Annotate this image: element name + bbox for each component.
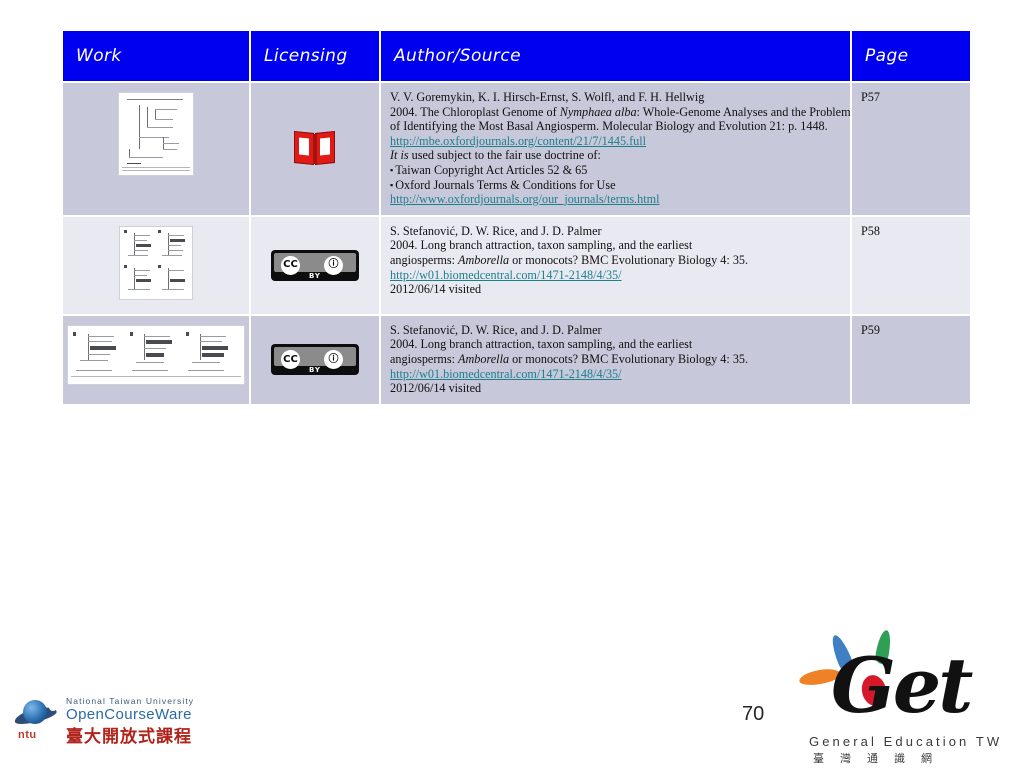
source-link[interactable]: http://mbe.oxfordjournals.org/content/21… [390,134,842,149]
citation-line: angiosperms: Amborella or monocots? BMC … [390,253,842,268]
citation-line: V. V. Goremykin, K. I. Hirsch-Ernst, S. … [390,90,705,104]
ntu-ocw-logo: ntu National Taiwan University OpenCours… [13,696,210,747]
citation-line: of Identifying the Most Basal Angiosperm… [390,119,828,134]
work-cell [63,83,249,215]
ntu-ocw-name-zh: 臺大開放式課程 [66,727,192,747]
slide-number: 70 [742,703,765,725]
citation-line: angiosperms: Amborella or monocots? BMC … [390,352,842,367]
citation-line: S. Stefanović, D. W. Rice, and J. D. Pal… [390,322,602,337]
column-header-work: Work [63,31,249,81]
author-source-cell: S. Stefanović, D. W. Rice, and J. D. Pal… [381,216,850,314]
visited-date: 2012/06/14 visited [390,381,482,396]
table-header-row: Work Licensing Author/Source Page [63,31,970,81]
table-row: V. V. Goremykin, K. I. Hirsch-Ernst, S. … [63,83,970,215]
cc-by-badge-icon: CC ⓘ BY [271,344,359,376]
citation-line: 2004. The Chloroplast Genome of Nymphaea… [390,104,851,120]
citation-italic: Amborella [458,252,510,267]
page-cell: P59 [852,315,970,404]
citation-text: angiosperms: [390,252,459,267]
cc-by-badge-upper: CC ⓘ [274,252,356,275]
fair-use-bullet: Oxford Journals Terms & Conditions for U… [390,178,842,193]
get-logo: Get General Education TW 臺灣通識網 [798,629,1018,765]
cc-by-label: BY [308,366,322,375]
work-cell [63,315,249,404]
work-cell [63,216,249,314]
citation-text: : Whole-Genome Analyses and the Problem [636,104,851,119]
three-panel-phylogeny-figure-thumbnail [67,324,245,385]
cc-by-badge-upper: CC ⓘ [274,347,356,370]
column-header-licensing: Licensing [251,31,379,81]
author-source-cell: S. Stefanović, D. W. Rice, and J. D. Pal… [381,315,850,404]
licensing-cell: CC ⓘ BY [251,216,379,314]
source-link[interactable]: http://w01.biomedcentral.com/1471-2148/4… [390,268,842,283]
citation-text: 2004. The Chloroplast Genome of [390,104,560,119]
source-link[interactable]: http://w01.biomedcentral.com/1471-2148/4… [390,367,842,382]
ntu-globe-icon [13,698,58,732]
red-open-book-icon [294,130,336,166]
get-wordmark: Get [831,641,973,730]
ntu-abbreviation: ntu [18,729,37,741]
visited-date: 2012/06/14 visited [390,282,482,297]
citation-line: S. Stefanović, D. W. Rice, and J. D. Pal… [390,223,602,238]
attribution-table: Work Licensing Author/Source Page V. V. … [61,29,972,406]
author-source-cell: V. V. Goremykin, K. I. Hirsch-Ernst, S. … [381,83,851,215]
citation-line: 2004. Long branch attraction, taxon samp… [390,337,693,352]
licensing-cell: CC ⓘ BY [251,315,379,404]
cc-by-badge-icon: CC ⓘ BY [271,249,359,281]
terms-link[interactable]: http://www.oxfordjournals.org/our_journa… [390,192,842,207]
ntu-university-name: National Taiwan University [66,696,195,706]
page-cell: P58 [852,216,970,314]
page-cell: P57 [852,83,970,215]
fair-use-line: It is used subject to the fair use doctr… [390,148,842,163]
table-row: CC ⓘ BY S. Stefanović, D. W. Rice, and J… [63,315,970,404]
terms-link-text[interactable]: http://www.oxfordjournals.org/our_journa… [390,192,659,206]
citation-italic: It is [390,148,409,163]
source-link-text[interactable]: http://w01.biomedcentral.com/1471-2148/4… [390,367,622,381]
ntu-ocw-name: OpenCourseWare [66,706,192,723]
citation-line: 2004. Long branch attraction, taxon samp… [390,238,693,253]
cc-by-label: BY [308,271,322,280]
licensing-cell [251,83,379,215]
four-panel-phylogeny-figure-thumbnail [119,225,193,300]
citation-text: or monocots? BMC Evolutionary Biology 4:… [509,252,749,267]
column-header-page: Page [852,31,970,81]
citation-text: used subject to the fair use doctrine of… [408,148,601,163]
citation-italic: Nymphaea alba [559,104,637,119]
citation-text: or monocots? BMC Evolutionary Biology 4:… [509,351,749,366]
phylogenetic-tree-figure-thumbnail [118,92,194,176]
table-row: CC ⓘ BY S. Stefanović, D. W. Rice, and J… [63,216,970,314]
get-subtitle-zh: 臺灣通識網 [813,752,948,765]
fair-use-bullet: Taiwan Copyright Act Articles 52 & 65 [390,163,842,178]
column-header-author-source: Author/Source [381,31,850,81]
get-subtitle-en: General Education TW [809,734,1003,749]
source-link-text[interactable]: http://w01.biomedcentral.com/1471-2148/4… [390,268,622,282]
citation-text: angiosperms: [390,351,459,366]
citation-italic: Amborella [458,351,510,366]
source-link-text[interactable]: http://mbe.oxfordjournals.org/content/21… [390,134,646,148]
